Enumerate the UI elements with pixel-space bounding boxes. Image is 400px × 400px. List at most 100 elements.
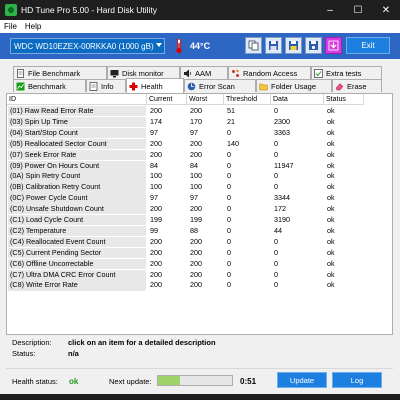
column-header-current[interactable]: Current xyxy=(147,94,187,105)
cell-worst: 200 xyxy=(190,236,202,246)
menu-file[interactable]: File xyxy=(0,22,21,31)
tab-benchmark[interactable]: Benchmark xyxy=(13,79,86,92)
cell-data: 0 xyxy=(274,258,278,268)
table-row[interactable]: (03) Spin Up Time 174 170 21 2300 ok xyxy=(7,116,392,128)
maximize-button[interactable]: ☐ xyxy=(344,0,372,20)
table-row[interactable]: (09) Power On Hours Count 84 84 0 11947 ok xyxy=(7,160,392,171)
tab-error-scan[interactable]: Error Scan xyxy=(184,79,256,92)
cell-threshold: 0 xyxy=(227,149,231,159)
download-icon xyxy=(328,40,339,51)
cell-data: 0 xyxy=(274,106,278,115)
minimize-button[interactable]: – xyxy=(316,0,344,20)
table-row[interactable]: (0C) Power Cycle Count 97 97 0 3344 ok xyxy=(7,193,392,204)
tab-erase[interactable]: Erase xyxy=(332,79,382,92)
tab-random-access[interactable]: Random Access xyxy=(228,66,311,79)
erase-icon xyxy=(335,82,344,90)
tab-folder-usage[interactable]: Folder Usage xyxy=(256,79,332,92)
folder-icon xyxy=(259,83,268,90)
cell-id: (C4) Reallocated Event Count xyxy=(8,236,146,248)
cell-data: 0 xyxy=(274,236,278,246)
column-header-worst[interactable]: Worst xyxy=(187,94,224,105)
app-logo-icon xyxy=(5,4,17,16)
table-row[interactable]: (C4) Reallocated Event Count 200 200 0 0 ok xyxy=(7,236,392,248)
column-header-id[interactable]: ID xyxy=(7,94,147,105)
cell-worst: 97 xyxy=(190,193,198,203)
save-all-button[interactable] xyxy=(285,37,302,54)
close-button[interactable]: ✕ xyxy=(372,0,400,20)
table-row[interactable]: (C8) Write Error Rate 200 200 0 0 ok xyxy=(7,280,392,291)
update-progress-fill xyxy=(158,376,181,385)
table-row[interactable]: (05) Reallocated Sector Count 200 200 140 0 o… xyxy=(7,138,392,150)
cell-status: ok xyxy=(327,193,335,203)
update-button[interactable]: Update xyxy=(277,372,327,388)
file-icon xyxy=(17,68,24,78)
tab-file-benchmark[interactable]: File Benchmark xyxy=(13,66,107,79)
cell-threshold: 0 xyxy=(227,193,231,203)
save-all-icon xyxy=(289,41,298,50)
health-status-value: ok xyxy=(69,377,79,386)
cell-data: 172 xyxy=(274,204,286,214)
table-row[interactable]: (0B) Calibration Retry Count 100 100 0 0 ok xyxy=(7,182,392,193)
cell-status: ok xyxy=(327,171,335,181)
table-row[interactable]: (C7) Ultra DMA CRC Error Count 200 200 0 0 ok xyxy=(7,269,392,280)
table-row[interactable]: (C1) Load Cycle Count 199 199 0 3190 ok xyxy=(7,215,392,226)
next-update-label: Next update: xyxy=(109,377,152,386)
cell-current: 200 xyxy=(150,236,162,246)
tab-health[interactable]: Health xyxy=(126,78,184,93)
cell-worst: 200 xyxy=(190,269,202,279)
cell-current: 200 xyxy=(150,280,162,290)
cell-data: 0 xyxy=(274,247,278,257)
column-header-threshold[interactable]: Threshold xyxy=(224,94,271,105)
table-row[interactable]: (0A) Spin Retry Count 100 100 0 0 ok xyxy=(7,171,392,182)
drive-select[interactable]: WDC WD10EZEX-00RKKA0 (1000 gB) xyxy=(10,38,165,54)
exit-button[interactable]: Exit xyxy=(346,37,390,54)
cell-status: ok xyxy=(327,149,335,159)
menu-help[interactable]: Help xyxy=(21,22,45,31)
cell-data: 3190 xyxy=(274,215,290,224)
cell-id: (01) Raw Read Error Rate xyxy=(8,106,146,117)
tab-aam[interactable]: AAM xyxy=(180,66,228,79)
cell-id: (C2) Temperature xyxy=(8,225,146,237)
benchmark-icon xyxy=(16,82,25,90)
copy-button[interactable] xyxy=(245,37,262,54)
cell-current: 100 xyxy=(150,171,162,181)
download-button[interactable] xyxy=(325,37,342,54)
cell-threshold: 0 xyxy=(227,280,231,290)
table-row[interactable]: (04) Start/Stop Count 97 97 0 3363 ok xyxy=(7,127,392,139)
cell-current: 200 xyxy=(150,138,162,148)
table-row[interactable]: (01) Raw Read Error Rate 200 200 51 0 ok xyxy=(7,106,392,117)
disk-button[interactable] xyxy=(305,37,322,54)
cell-id: (C8) Write Error Rate xyxy=(8,280,146,291)
cell-current: 84 xyxy=(150,160,158,170)
tab-extra-tests[interactable]: Extra tests xyxy=(311,66,382,79)
tab-info[interactable]: Info xyxy=(86,79,126,92)
column-header-status[interactable]: Status xyxy=(324,94,364,105)
table-row[interactable]: (C5) Current Pending Sector 200 200 0 0 ok xyxy=(7,247,392,259)
cell-id: (C1) Load Cycle Count xyxy=(8,215,146,226)
cell-threshold: 0 xyxy=(227,225,231,235)
cell-worst: 200 xyxy=(190,247,202,257)
cell-id: (0B) Calibration Retry Count xyxy=(8,182,146,193)
random-icon xyxy=(232,69,239,77)
cell-status: ok xyxy=(327,160,335,170)
tab-random-access-label: Random Access xyxy=(243,68,298,78)
table-row[interactable]: (C6) Offline Uncorrectable 200 200 0 0 ok xyxy=(7,258,392,269)
cell-threshold: 0 xyxy=(227,171,231,181)
cell-current: 97 xyxy=(150,193,158,203)
cell-id: (03) Spin Up Time xyxy=(8,116,146,128)
cell-id: (C6) Offline Uncorrectable xyxy=(8,258,146,269)
cell-current: 200 xyxy=(150,149,162,159)
save-button[interactable] xyxy=(265,37,282,54)
table-row[interactable]: (C2) Temperature 99 88 0 44 ok xyxy=(7,225,392,237)
column-header-data[interactable]: Data xyxy=(271,94,324,105)
table-row[interactable]: (C0) Unsafe Shutdown Count 200 200 0 172 ok xyxy=(7,204,392,215)
log-button[interactable]: Log xyxy=(332,372,382,388)
cell-worst: 200 xyxy=(190,138,202,148)
table-row[interactable]: (07) Seek Error Rate 200 200 0 0 ok xyxy=(7,149,392,160)
tab-folder-usage-label: Folder Usage xyxy=(271,81,317,91)
cell-status: ok xyxy=(327,127,335,137)
cell-current: 200 xyxy=(150,269,162,279)
monitor-icon xyxy=(110,69,119,77)
table-header: ID Current Worst Threshold Data Status xyxy=(7,94,392,105)
cell-id: (C5) Current Pending Sector xyxy=(8,247,146,259)
